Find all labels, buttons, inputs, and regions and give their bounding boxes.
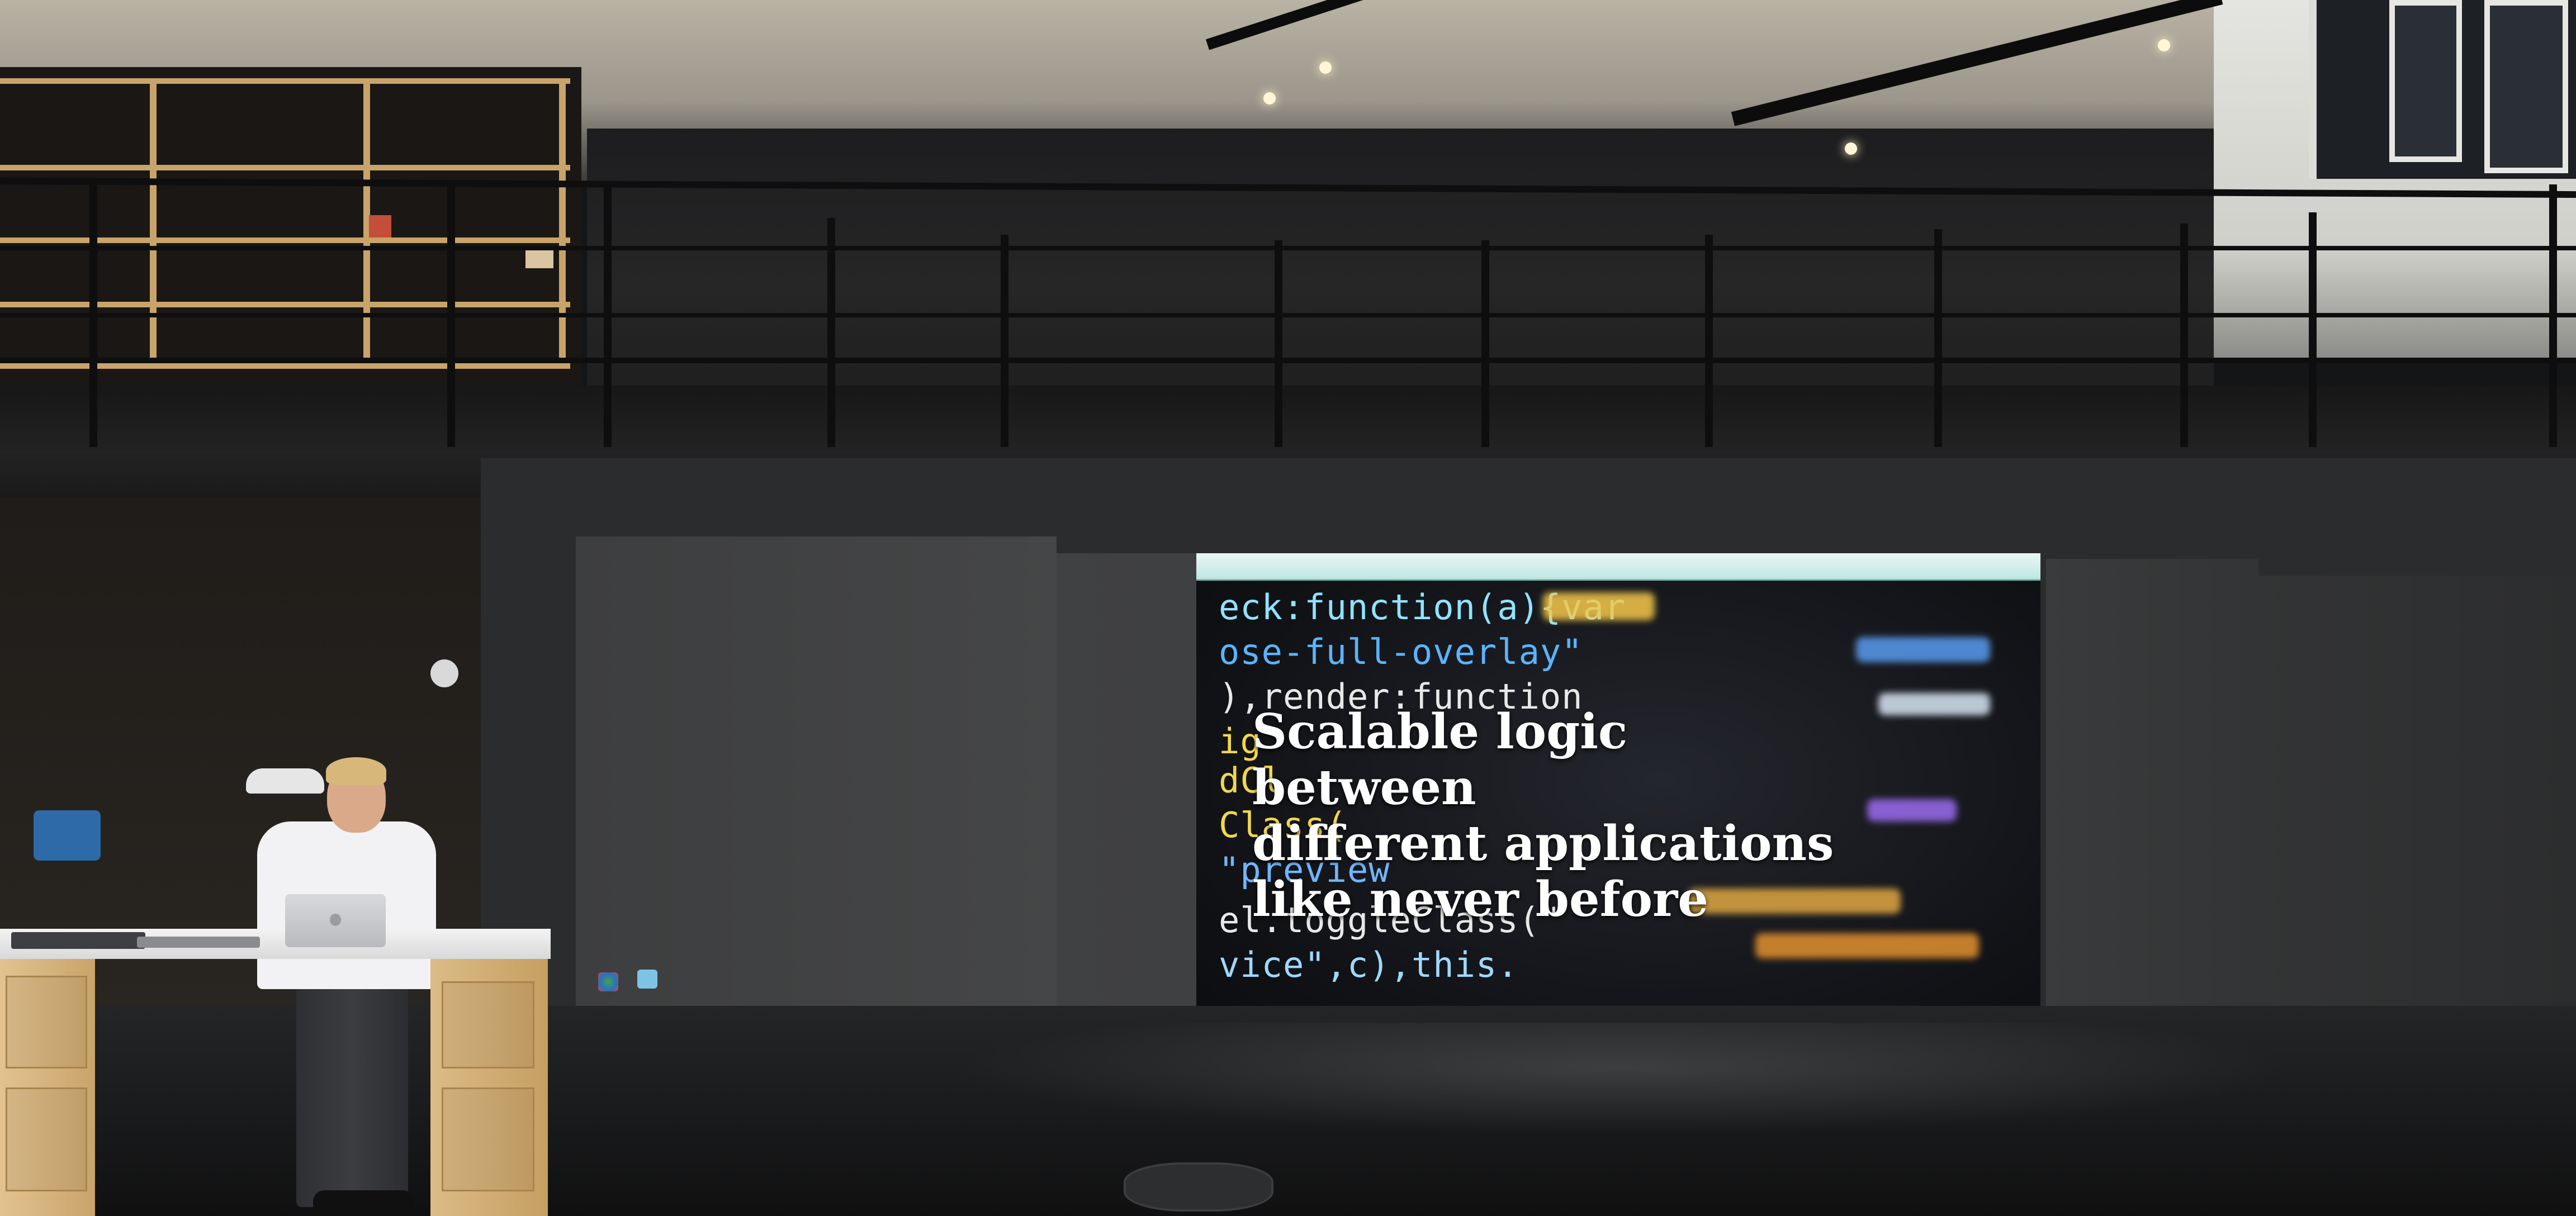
blurred-code-token — [1867, 799, 1957, 821]
blurred-code-token — [1856, 637, 1990, 662]
presenter-jeans — [296, 972, 408, 1207]
presenter-hair — [326, 757, 386, 785]
upper-windows — [2309, 0, 2576, 179]
blurred-code-token — [1755, 933, 1979, 958]
railing-post — [2309, 212, 2317, 447]
projected-slide: eck:function(a){var ose-full-overlay"),re… — [1196, 553, 2040, 1056]
code-line: vice",c),this. — [1219, 944, 1519, 985]
slide-caption: Scalable logic between different applica… — [1252, 704, 1867, 928]
railing-mid — [0, 246, 2576, 250]
railing-post — [604, 184, 612, 447]
railing-post — [447, 184, 455, 447]
shelf-board — [0, 78, 570, 84]
bookshelves — [0, 67, 581, 386]
railing-post — [2549, 184, 2557, 447]
railing-post — [1275, 240, 1282, 447]
shelf-board — [0, 363, 570, 369]
railing-post — [1705, 235, 1713, 447]
blurred-code-token — [1543, 592, 1655, 620]
caption-line: like never before — [1252, 871, 1708, 928]
desk-drawer — [6, 1087, 87, 1191]
floor-hatch — [1124, 1162, 1273, 1212]
blurred-code-token — [1878, 693, 1990, 715]
window-pane — [2484, 0, 2568, 173]
railing-mid — [0, 313, 2576, 317]
railing-post — [1001, 235, 1008, 447]
railing-post — [827, 218, 835, 447]
code-line: ose-full-overlay" — [1219, 631, 1583, 672]
railing-post — [89, 184, 97, 447]
shelf-divider — [559, 78, 566, 369]
desk-drawer — [442, 981, 534, 1068]
desk-cabinet-left — [0, 959, 95, 1216]
spotlight — [2158, 39, 2170, 51]
apple-logo-icon — [330, 914, 341, 926]
closed-laptop — [11, 932, 145, 949]
railing-post — [1934, 229, 1942, 447]
shelf-board — [0, 238, 570, 243]
closed-laptop — [137, 937, 260, 948]
projection-panel-left — [576, 536, 1057, 1017]
railing-post — [1481, 240, 1489, 447]
spotlight — [1319, 61, 1332, 74]
shelf-board — [0, 302, 570, 307]
window-pane — [2389, 0, 2462, 162]
floor-reflection — [950, 1023, 2292, 1134]
shelf-board — [0, 165, 570, 170]
browser-toolbar — [1196, 553, 2040, 581]
bench-vise — [34, 810, 101, 861]
open-laptop[interactable] — [285, 894, 386, 947]
book — [369, 215, 391, 238]
railing-low — [0, 358, 2576, 363]
desk-drawer — [442, 1087, 534, 1191]
desk-cabinet-right — [430, 959, 548, 1216]
caption-line: Scalable logic between — [1252, 704, 1628, 816]
spotlight — [1845, 142, 1857, 155]
wall-lamp — [430, 659, 458, 687]
desktop-app-icon[interactable] — [637, 970, 657, 989]
caption-line: different applications — [1252, 815, 1834, 872]
railing-post — [2180, 224, 2188, 447]
projection-panel-right — [2046, 559, 2258, 1079]
desktop-app-icon[interactable] — [598, 972, 618, 991]
shelf-divider — [150, 78, 157, 369]
model-car — [246, 768, 324, 794]
spotlight — [1263, 92, 1276, 104]
desk-drawer — [6, 976, 87, 1068]
presenter-shoes — [313, 1190, 414, 1216]
